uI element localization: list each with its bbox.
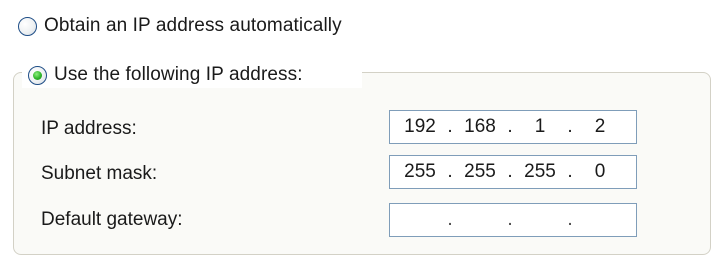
- subnet-mask-octet-4[interactable]: 0: [574, 160, 626, 184]
- use-following-ip-radio[interactable]: [28, 65, 47, 85]
- default-gateway-separator-2: .: [507, 209, 513, 230]
- subnet-mask-octet-1[interactable]: 255: [394, 160, 446, 184]
- obtain-ip-automatically-radio[interactable]: [18, 16, 37, 36]
- default-gateway-separator-1: .: [447, 209, 453, 230]
- default-gateway-input[interactable]: . . .: [389, 203, 637, 237]
- ip-address-separator-3: .: [567, 116, 573, 137]
- default-gateway-separator-3: .: [567, 209, 573, 230]
- ip-address-label: IP address:: [41, 118, 137, 139]
- use-following-ip-option[interactable]: Use the following IP address:: [28, 64, 303, 86]
- subnet-mask-separator-1: .: [447, 161, 453, 182]
- ip-address-octet-2[interactable]: 168: [454, 115, 506, 139]
- ip-address-octet-4[interactable]: 2: [574, 115, 626, 139]
- subnet-mask-octet-2[interactable]: 255: [454, 160, 506, 184]
- use-following-ip-label[interactable]: Use the following IP address:: [54, 64, 303, 86]
- default-gateway-label: Default gateway:: [41, 209, 183, 230]
- ip-address-input[interactable]: 192 . 168 . 1 . 2: [389, 110, 637, 144]
- subnet-mask-separator-2: .: [507, 161, 513, 182]
- ip-address-octet-1[interactable]: 192: [394, 115, 446, 139]
- obtain-ip-automatically-option[interactable]: Obtain an IP address automatically: [18, 15, 342, 37]
- subnet-mask-separator-3: .: [567, 161, 573, 182]
- subnet-mask-octet-3[interactable]: 255: [514, 160, 566, 184]
- ip-address-separator-2: .: [507, 116, 513, 137]
- ip-address-octet-3[interactable]: 1: [514, 115, 566, 139]
- subnet-mask-input[interactable]: 255 . 255 . 255 . 0: [389, 155, 637, 189]
- subnet-mask-label: Subnet mask:: [41, 163, 158, 184]
- obtain-ip-automatically-label[interactable]: Obtain an IP address automatically: [44, 15, 342, 37]
- ip-address-separator-1: .: [447, 116, 453, 137]
